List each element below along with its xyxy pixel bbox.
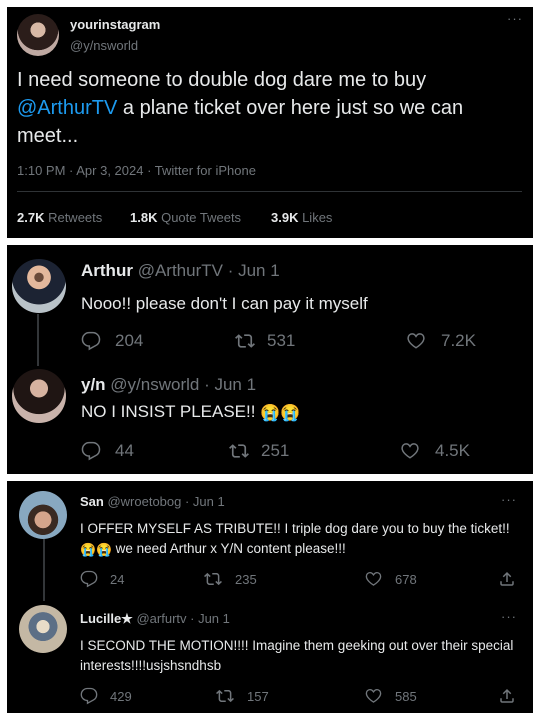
- retweet-button[interactable]: 157: [215, 687, 269, 705]
- likes-label: Likes: [298, 210, 333, 225]
- like-button[interactable]: 7.2K: [405, 331, 476, 351]
- like-count: 7.2K: [441, 331, 476, 350]
- retweet-button[interactable]: 235: [203, 570, 257, 588]
- reply-count: 429: [110, 688, 132, 704]
- retweet-icon: [229, 444, 249, 458]
- like-button[interactable]: 678: [364, 570, 417, 588]
- reply-icon: [81, 331, 101, 351]
- reply-icon: [80, 570, 98, 588]
- share-button[interactable]: [498, 570, 516, 588]
- reply-header: San @wroetobog · Jun 1: [80, 494, 225, 509]
- reply-author-handle[interactable]: @ArthurTV: [138, 261, 223, 280]
- reply-text: I OFFER MYSELF AS TRIBUTE!! I triple dog…: [80, 519, 518, 559]
- crying-emoji: 😭😭: [260, 404, 301, 422]
- retweet-count: 157: [247, 688, 269, 704]
- reply-text: Nooo!! please don't I can pay it myself: [81, 294, 368, 313]
- reply-icon: [81, 441, 101, 461]
- quote-tweets-count: 1.8K: [130, 210, 158, 225]
- reply-thread-panel: San @wroetobog · Jun 1 ··· I OFFER MYSEL…: [7, 481, 533, 713]
- reply-header: Arthur @ArthurTV · Jun 1: [81, 261, 280, 281]
- reply-button[interactable]: 24: [80, 570, 124, 588]
- mention-link[interactable]: @ArthurTV: [17, 97, 117, 119]
- retweet-count: 531: [267, 331, 296, 350]
- reply-author-name[interactable]: San: [80, 494, 104, 509]
- reply-date[interactable]: · Jun 1: [181, 494, 225, 509]
- reply-author-handle[interactable]: @arfurtv: [136, 611, 186, 626]
- reply-text-body-end: we need Arthur x Y/N content please!!!: [111, 541, 346, 556]
- retweets-count: 2.7K: [17, 210, 45, 225]
- reply-text: I SECOND THE MOTION!!!! Imagine them gee…: [80, 638, 514, 673]
- reply-icon: [80, 687, 98, 705]
- quote-tweets-label: Quote Tweets: [157, 210, 242, 225]
- like-count: 585: [395, 688, 417, 704]
- avatar[interactable]: [17, 14, 59, 56]
- crying-emoji: 😭😭: [80, 542, 112, 557]
- like-count: 678: [395, 571, 417, 587]
- reply-header: y/n @y/nsworld · Jun 1: [81, 375, 256, 395]
- tweet-text-body: I need someone to double dog dare me to …: [17, 69, 427, 91]
- like-icon: [365, 688, 382, 703]
- reply-button[interactable]: 44: [81, 441, 134, 461]
- quote-tweets-stat[interactable]: 1.8K Quote Tweets: [130, 210, 241, 225]
- reply-text-body: I OFFER MYSELF AS TRIBUTE!! I triple dog…: [80, 521, 510, 536]
- retweets-label: Retweets: [44, 210, 103, 225]
- reply-date[interactable]: · Jun 1: [199, 375, 256, 394]
- like-button[interactable]: 585: [364, 687, 417, 705]
- avatar[interactable]: [19, 605, 67, 653]
- more-options-icon[interactable]: ···: [507, 11, 523, 26]
- avatar[interactable]: [12, 369, 66, 423]
- retweet-icon: [235, 334, 255, 348]
- reply-count: 44: [115, 441, 134, 460]
- share-button[interactable]: [498, 687, 516, 705]
- reply-date[interactable]: · Jun 1: [187, 611, 230, 626]
- more-options-icon[interactable]: ···: [501, 609, 517, 624]
- more-options-icon[interactable]: ···: [501, 492, 517, 507]
- author-display-name[interactable]: yourinstagram: [70, 17, 160, 32]
- thread-line: [37, 314, 39, 366]
- retweet-icon: [216, 689, 234, 703]
- author-handle[interactable]: @y/nsworld: [70, 38, 138, 53]
- like-icon: [407, 333, 425, 349]
- reply-author-handle[interactable]: @wroetobog: [107, 494, 181, 509]
- likes-count: 3.9K: [271, 210, 299, 225]
- reply-author-name[interactable]: y/n: [81, 375, 106, 394]
- reply-header: Lucille★ @arfurtv · Jun 1: [80, 611, 230, 627]
- retweet-count: 235: [235, 571, 257, 587]
- avatar[interactable]: [12, 259, 66, 313]
- retweet-count: 251: [261, 441, 290, 460]
- like-button[interactable]: 4.5K: [399, 441, 470, 461]
- reply-text: NO I INSIST PLEASE!! 😭😭: [81, 402, 300, 422]
- reply-date[interactable]: · Jun 1: [223, 261, 280, 280]
- divider: [17, 191, 522, 192]
- retweets-stat[interactable]: 2.7K Retweets: [17, 210, 102, 225]
- share-icon: [500, 571, 514, 586]
- retweet-button[interactable]: 251: [227, 441, 289, 461]
- reply-thread-panel: Arthur @ArthurTV · Jun 1 Nooo!! please d…: [7, 245, 533, 474]
- like-count: 4.5K: [435, 441, 470, 460]
- avatar[interactable]: [19, 491, 67, 539]
- reply-author-handle[interactable]: @y/nsworld: [110, 375, 199, 394]
- reply-author-name[interactable]: Lucille★: [80, 611, 133, 626]
- likes-stat[interactable]: 3.9K Likes: [271, 210, 332, 225]
- reply-count: 204: [115, 331, 144, 350]
- like-icon: [365, 571, 382, 586]
- tweet-timestamp[interactable]: 1:10 PM · Apr 3, 2024 · Twitter for iPho…: [17, 163, 256, 178]
- retweet-button[interactable]: 531: [233, 331, 295, 351]
- share-icon: [500, 688, 514, 703]
- reply-count: 24: [110, 571, 125, 587]
- like-icon: [401, 443, 419, 459]
- reply-text-body: NO I INSIST PLEASE!!: [81, 402, 261, 421]
- main-tweet-panel: yourinstagram @y/nsworld ··· I need some…: [7, 7, 533, 238]
- reply-author-name[interactable]: Arthur: [81, 261, 133, 280]
- reply-button[interactable]: 204: [81, 331, 143, 351]
- reply-button[interactable]: 429: [80, 687, 132, 705]
- retweet-icon: [204, 572, 222, 586]
- thread-line: [43, 539, 45, 601]
- tweet-text: I need someone to double dog dare me to …: [17, 66, 507, 150]
